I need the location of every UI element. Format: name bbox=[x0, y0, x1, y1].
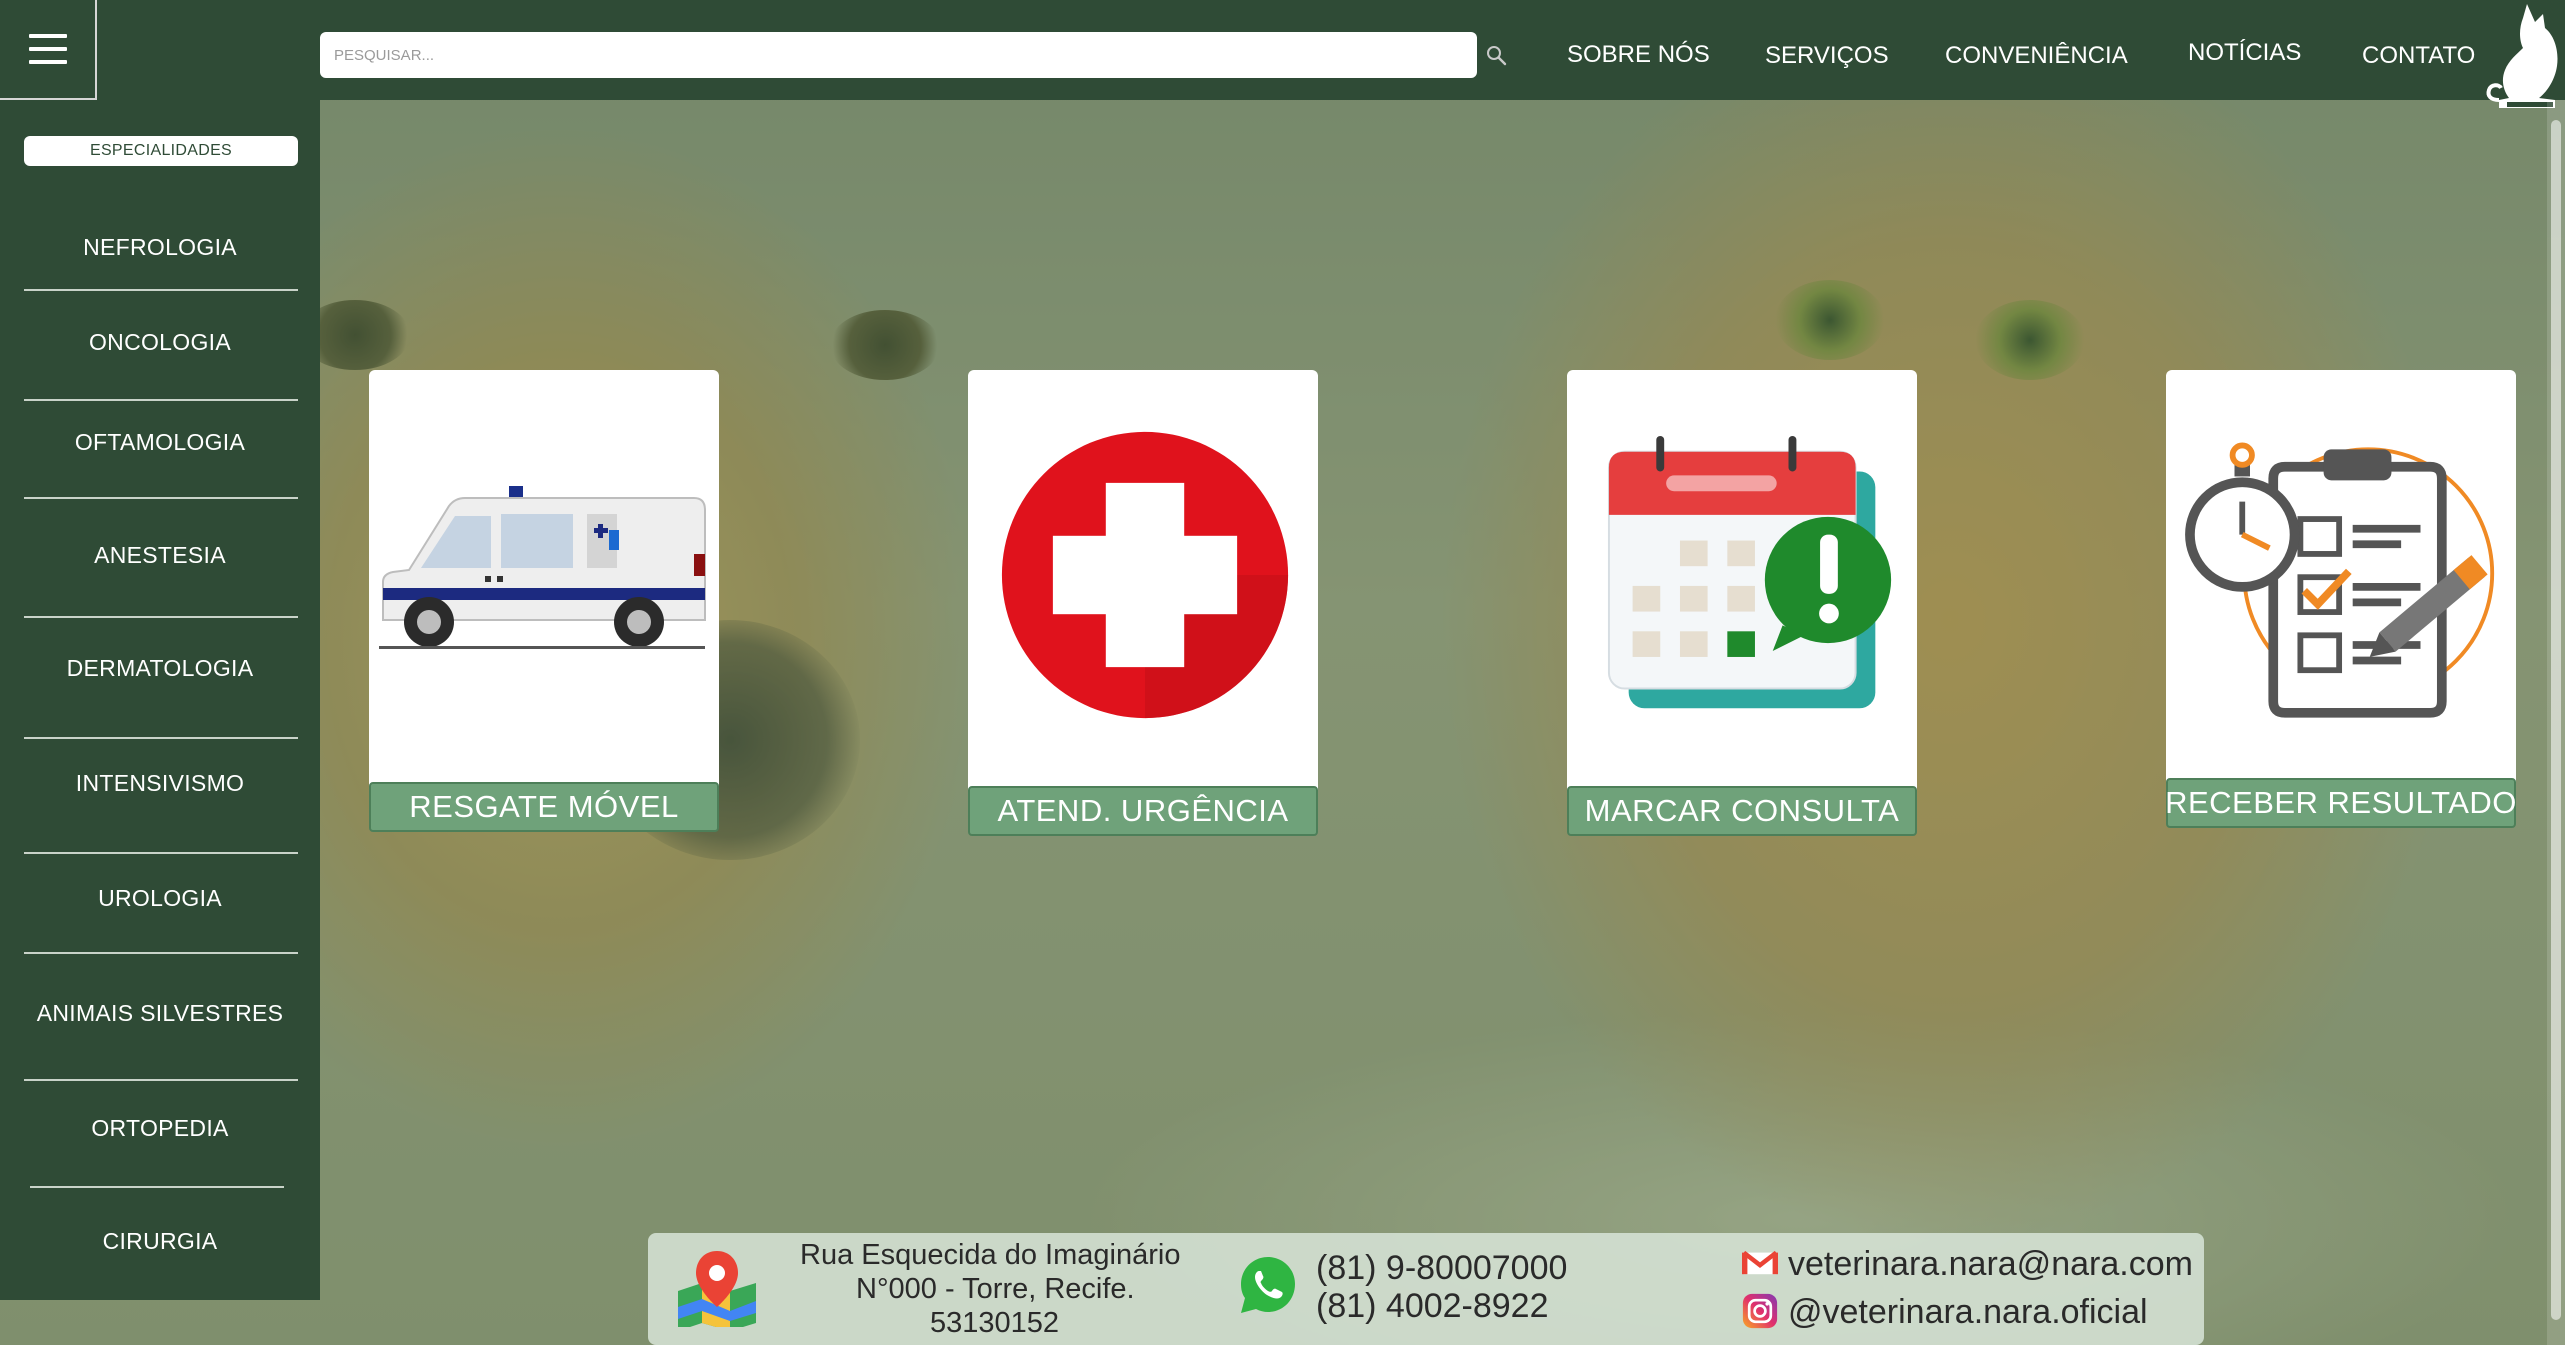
address-line-2: N°000 - Torre, Recife. bbox=[856, 1273, 1135, 1305]
hamburger-menu-button[interactable] bbox=[0, 0, 97, 100]
card-atendimento-urgencia[interactable]: ATEND. URGÊNCIA bbox=[968, 370, 1318, 836]
sidebar-item-oftamologia[interactable]: OFTAMOLOGIA bbox=[0, 429, 320, 456]
card-label-receber-resultado[interactable]: RECEBER RESULTADO bbox=[2165, 778, 2516, 828]
nav-servicos[interactable]: SERVIÇOS bbox=[1765, 42, 1889, 70]
sidebar-item-intensivismo[interactable]: INTENSIVISMO bbox=[0, 770, 320, 797]
scrollbar-thumb[interactable] bbox=[2551, 120, 2561, 1320]
sidebar-item-nefrologia[interactable]: NEFROLOGIA bbox=[0, 234, 320, 261]
instagram-icon[interactable] bbox=[1742, 1293, 1778, 1329]
phone-landline[interactable]: (81) 4002-8922 bbox=[1316, 1287, 1549, 1326]
nav-noticias[interactable]: NOTÍCIAS bbox=[2188, 39, 2301, 67]
card-marcar-consulta[interactable]: MARCAR CONSULTA bbox=[1567, 370, 1917, 836]
sidebar-item-dermatologia[interactable]: DERMATOLOGIA bbox=[0, 655, 320, 682]
email-address[interactable]: veterinara.nara@nara.com bbox=[1788, 1245, 2193, 1284]
card-label-resgate-movel[interactable]: RESGATE MÓVEL bbox=[369, 782, 719, 832]
contact-footer: Rua Esquecida do Imaginário N°000 - Torr… bbox=[648, 1233, 2204, 1345]
address-line-3: 53130152 bbox=[930, 1307, 1060, 1339]
divider bbox=[30, 1186, 284, 1188]
sidebar-item-oncologia[interactable]: ONCOLOGIA bbox=[0, 329, 320, 356]
map-pin-icon bbox=[678, 1251, 756, 1327]
clipboard-checklist-icon bbox=[2185, 442, 2495, 718]
card-receber-resultado[interactable]: RECEBER RESULTADO bbox=[2165, 370, 2516, 828]
sidebar-item-cirurgia[interactable]: CIRURGIA bbox=[0, 1228, 320, 1255]
ambulance-icon bbox=[379, 486, 706, 649]
divider bbox=[24, 289, 298, 291]
divider bbox=[24, 399, 298, 401]
divider bbox=[24, 952, 298, 954]
red-cross-icon bbox=[1001, 431, 1289, 719]
divider bbox=[24, 497, 298, 499]
cat-logo-icon[interactable] bbox=[2447, 0, 2565, 112]
sidebar-item-ortopedia[interactable]: ORTOPEDIA bbox=[0, 1115, 320, 1142]
nav-sobre-nos[interactable]: SOBRE NÓS bbox=[1567, 41, 1710, 69]
divider bbox=[24, 737, 298, 739]
sidebar-item-anestesia[interactable]: ANESTESIA bbox=[0, 542, 320, 569]
search-icon[interactable] bbox=[1484, 43, 1508, 67]
instagram-handle[interactable]: @veterinara.nara.oficial bbox=[1788, 1293, 2148, 1332]
calendar-alert-icon bbox=[1607, 435, 1892, 709]
nav-conveniencia[interactable]: CONVENIÊNCIA bbox=[1945, 42, 2128, 70]
card-resgate-movel[interactable]: RESGATE MÓVEL bbox=[369, 370, 719, 832]
divider bbox=[24, 616, 298, 618]
card-label-marcar-consulta[interactable]: MARCAR CONSULTA bbox=[1567, 786, 1917, 836]
divider bbox=[24, 852, 298, 854]
specialties-header: ESPECIALIDADES bbox=[24, 136, 298, 166]
vertical-scrollbar[interactable] bbox=[2547, 100, 2565, 1345]
sidebar-item-animais-silvestres[interactable]: ANIMAIS SILVESTRES bbox=[0, 1000, 320, 1027]
divider bbox=[24, 1079, 298, 1081]
gmail-icon[interactable] bbox=[1742, 1249, 1778, 1276]
card-label-atendimento-urgencia[interactable]: ATEND. URGÊNCIA bbox=[968, 786, 1318, 836]
address-line-1: Rua Esquecida do Imaginário bbox=[800, 1239, 1181, 1271]
search-input[interactable] bbox=[320, 32, 1477, 78]
whatsapp-icon[interactable] bbox=[1236, 1253, 1300, 1317]
sidebar-item-urologia[interactable]: UROLOGIA bbox=[0, 885, 320, 912]
phone-mobile[interactable]: (81) 9-80007000 bbox=[1316, 1249, 1567, 1288]
